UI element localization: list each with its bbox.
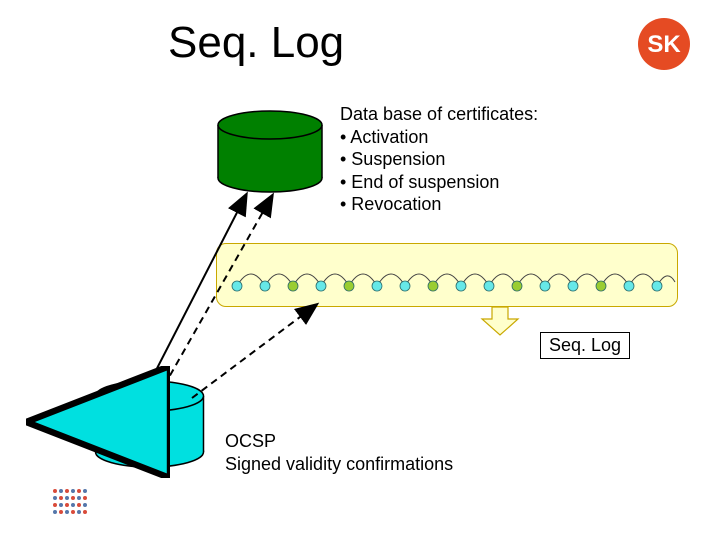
database-description: Data base of certificates: • Activation …	[340, 103, 538, 216]
seqlog-label: Seq. Log	[540, 332, 630, 359]
hash-chain-graphic	[217, 244, 677, 306]
database-top-icon	[215, 110, 325, 185]
hash-chain-box	[216, 243, 678, 307]
sk-logo-badge: SK	[638, 18, 690, 70]
ocsp-description: OCSP Signed validity confirmations	[225, 430, 453, 475]
svg-text:SK: SK	[647, 31, 681, 58]
page-title: Seq. Log	[168, 18, 344, 68]
database-bottom-icon	[92, 380, 207, 460]
down-block-arrow-icon	[478, 305, 522, 339]
corner-logo-icon	[52, 488, 88, 520]
